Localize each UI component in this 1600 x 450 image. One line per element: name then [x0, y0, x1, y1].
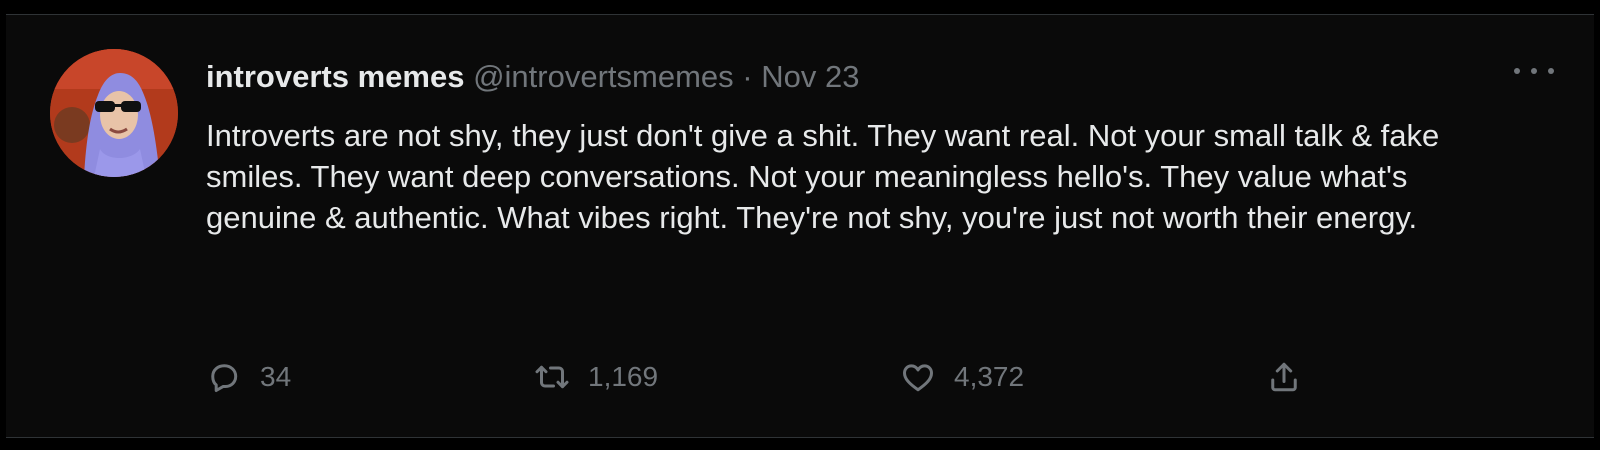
tweet-card[interactable]: introverts memes @introvertsmemes · Nov …	[6, 14, 1594, 438]
share-button[interactable]	[1266, 355, 1302, 399]
tweet-actions: 34 1,169 4,372	[206, 355, 1346, 399]
reply-icon	[206, 359, 242, 395]
tweet-date[interactable]: Nov 23	[761, 59, 859, 94]
author-handle[interactable]: @introvertsmemes	[473, 59, 734, 94]
retweet-icon	[534, 359, 570, 395]
reply-button[interactable]: 34	[206, 355, 291, 399]
retweet-count: 1,169	[588, 361, 659, 392]
author-name[interactable]: introverts memes	[206, 59, 464, 94]
like-button[interactable]: 4,372	[900, 355, 1024, 399]
retweet-button[interactable]: 1,169	[534, 355, 658, 399]
heart-icon	[900, 359, 936, 395]
tweet-header: introverts memes @introvertsmemes · Nov …	[206, 57, 859, 97]
separator-dot: ·	[742, 59, 753, 94]
more-icon[interactable]	[1514, 61, 1554, 81]
like-count: 4,372	[954, 361, 1025, 392]
share-icon	[1266, 359, 1302, 395]
tweet-text: Introverts are not shy, they just don't …	[206, 118, 1440, 235]
reply-count: 34	[260, 361, 292, 392]
avatar[interactable]	[50, 49, 178, 177]
